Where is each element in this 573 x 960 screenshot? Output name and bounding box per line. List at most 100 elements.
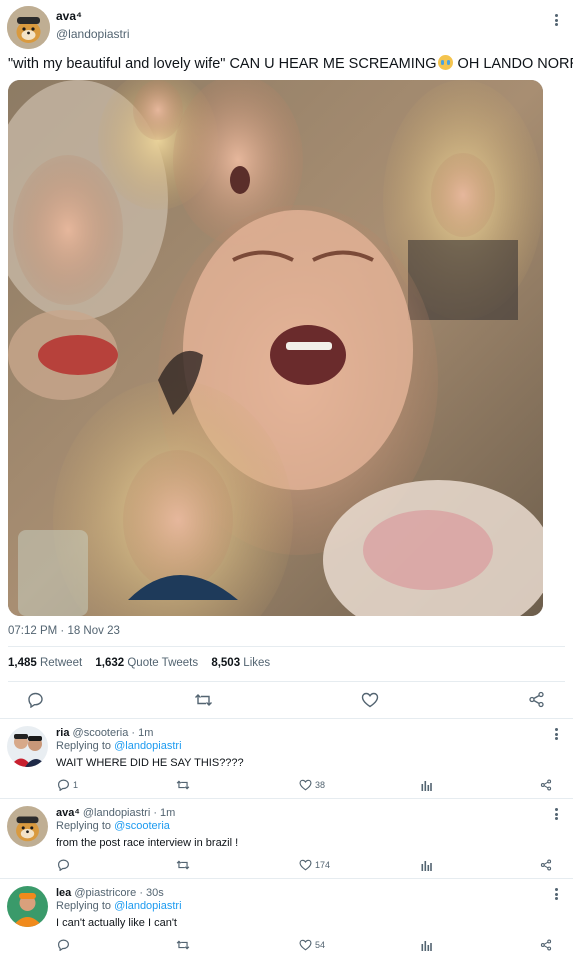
analytics-button[interactable] — [421, 859, 432, 871]
like-button[interactable] — [361, 692, 379, 708]
avatar-image — [7, 726, 48, 767]
divider — [8, 681, 565, 682]
more-options-icon[interactable] — [549, 886, 563, 902]
quote-count: 1,632 — [95, 657, 125, 669]
share-button[interactable] — [540, 939, 552, 951]
like-count: 8,503 — [211, 657, 241, 669]
reply-header: lea @piastricore · 30s — [56, 887, 164, 899]
retweet-label: Retweet — [39, 657, 83, 669]
retweet-button[interactable] — [176, 859, 193, 871]
retweet-stat[interactable]: 1,485 Retweet — [8, 657, 82, 669]
retweet-icon — [195, 694, 212, 706]
divider — [0, 878, 573, 879]
retweet-button[interactable] — [176, 779, 193, 791]
replying-to-link[interactable]: @scooteria — [114, 820, 170, 832]
reply-text: from the post race interview in brazil ! — [56, 837, 239, 849]
retweet-icon — [176, 780, 190, 790]
tweet-text-part-1: "with my beautiful and lovely wife" CAN … — [8, 56, 437, 72]
share-icon — [540, 939, 552, 951]
handle[interactable]: @landopiastri — [56, 27, 130, 41]
replying-to-label: Replying to — [56, 820, 115, 832]
like-button[interactable]: 174 — [299, 859, 330, 871]
tweet-actions — [0, 688, 573, 712]
analytics-button[interactable] — [421, 939, 432, 951]
replying-to: Replying to @scooteria — [56, 820, 170, 832]
reply-tweet[interactable]: lea @piastricore · 30s Replying to @land… — [0, 880, 573, 960]
avatar[interactable] — [7, 726, 48, 767]
tweet-text: "with my beautiful and lovely wife" CAN … — [8, 55, 573, 72]
replying-to-label: Replying to — [56, 900, 115, 912]
display-name[interactable]: ava⁴ — [56, 9, 82, 23]
display-name[interactable]: lea — [56, 887, 71, 899]
share-icon — [540, 859, 552, 871]
reply-button[interactable] — [27, 692, 44, 708]
like-label: Likes — [243, 657, 271, 669]
quote-label: Quote Tweets — [127, 657, 199, 669]
avatar-image — [7, 886, 48, 927]
more-options-icon[interactable] — [549, 726, 563, 742]
share-button[interactable] — [540, 859, 552, 871]
like-count: 38 — [315, 780, 326, 790]
share-button[interactable] — [540, 779, 552, 791]
avatar-image — [7, 6, 50, 49]
tweet-text-part-2: OH LANDO NORRIS — [457, 56, 573, 72]
reply-tweet[interactable]: ava⁴ @landopiastri · 1m Replying to @sco… — [0, 799, 573, 879]
replying-to-link[interactable]: @landopiastri — [114, 740, 181, 752]
divider — [8, 646, 565, 647]
reply-header: ria @scooteria · 1m — [56, 727, 153, 739]
avatar[interactable] — [7, 806, 48, 847]
retweet-icon — [176, 860, 190, 870]
display-name[interactable]: ava⁴ — [56, 807, 80, 819]
like-stat[interactable]: 8,503 Likes — [211, 657, 270, 669]
replying-to-label: Replying to — [56, 740, 115, 752]
reply-tweet[interactable]: ria @scooteria · 1m Replying to @landopi… — [0, 719, 573, 799]
heart-icon — [299, 939, 312, 951]
retweet-button[interactable] — [194, 692, 213, 708]
like-button[interactable]: 54 — [299, 939, 325, 951]
share-icon — [540, 779, 552, 791]
handle-time[interactable]: @scooteria · 1m — [73, 727, 154, 739]
tweet-stats: 1,485 Retweet 1,632 Quote Tweets 8,503 L… — [8, 657, 280, 669]
quote-stat[interactable]: 1,632 Quote Tweets — [95, 657, 198, 669]
tweet-timestamp[interactable]: 07:12 PM · 18 Nov 23 — [8, 625, 120, 637]
avatar[interactable] — [7, 6, 50, 49]
like-count: 54 — [315, 940, 326, 950]
replying-to: Replying to @landopiastri — [56, 740, 182, 752]
display-name[interactable]: ria — [56, 727, 69, 739]
analytics-button[interactable] — [421, 779, 432, 791]
reply-icon — [58, 779, 69, 791]
replying-to-link[interactable]: @landopiastri — [114, 900, 181, 912]
heart-icon — [299, 859, 312, 871]
like-button[interactable]: 38 — [299, 779, 325, 791]
handle-time[interactable]: @piastricore · 30s — [74, 887, 163, 899]
more-options-icon[interactable] — [549, 12, 563, 28]
reply-text: I can't actually like I can't — [56, 917, 177, 929]
analytics-icon — [421, 781, 432, 791]
heart-icon — [299, 779, 312, 791]
handle-time[interactable]: @landopiastri · 1m — [83, 807, 175, 819]
more-options-icon[interactable] — [549, 806, 563, 822]
reply-count: 1 — [73, 780, 79, 790]
tweet-media-image[interactable] — [8, 80, 543, 616]
share-icon — [529, 691, 544, 708]
reply-icon — [58, 859, 69, 871]
reply-button[interactable] — [57, 939, 73, 951]
retweet-count: 1,485 — [8, 657, 37, 669]
retweet-button[interactable] — [176, 939, 193, 951]
analytics-icon — [421, 861, 432, 871]
like-count: 174 — [315, 860, 331, 870]
share-button[interactable] — [528, 691, 545, 708]
reply-button[interactable]: 1 — [57, 779, 78, 791]
analytics-icon — [421, 941, 432, 951]
avatar-image — [7, 806, 48, 847]
reply-header: ava⁴ @landopiastri · 1m — [56, 807, 175, 819]
collage-photo — [8, 80, 543, 616]
reply-icon — [28, 692, 43, 708]
retweet-icon — [176, 940, 190, 950]
reply-button[interactable] — [57, 859, 73, 871]
reply-icon — [58, 939, 69, 951]
loudly-crying-face-icon — [437, 55, 453, 70]
heart-icon — [361, 692, 379, 708]
avatar[interactable] — [7, 886, 48, 927]
replying-to: Replying to @landopiastri — [56, 900, 182, 912]
